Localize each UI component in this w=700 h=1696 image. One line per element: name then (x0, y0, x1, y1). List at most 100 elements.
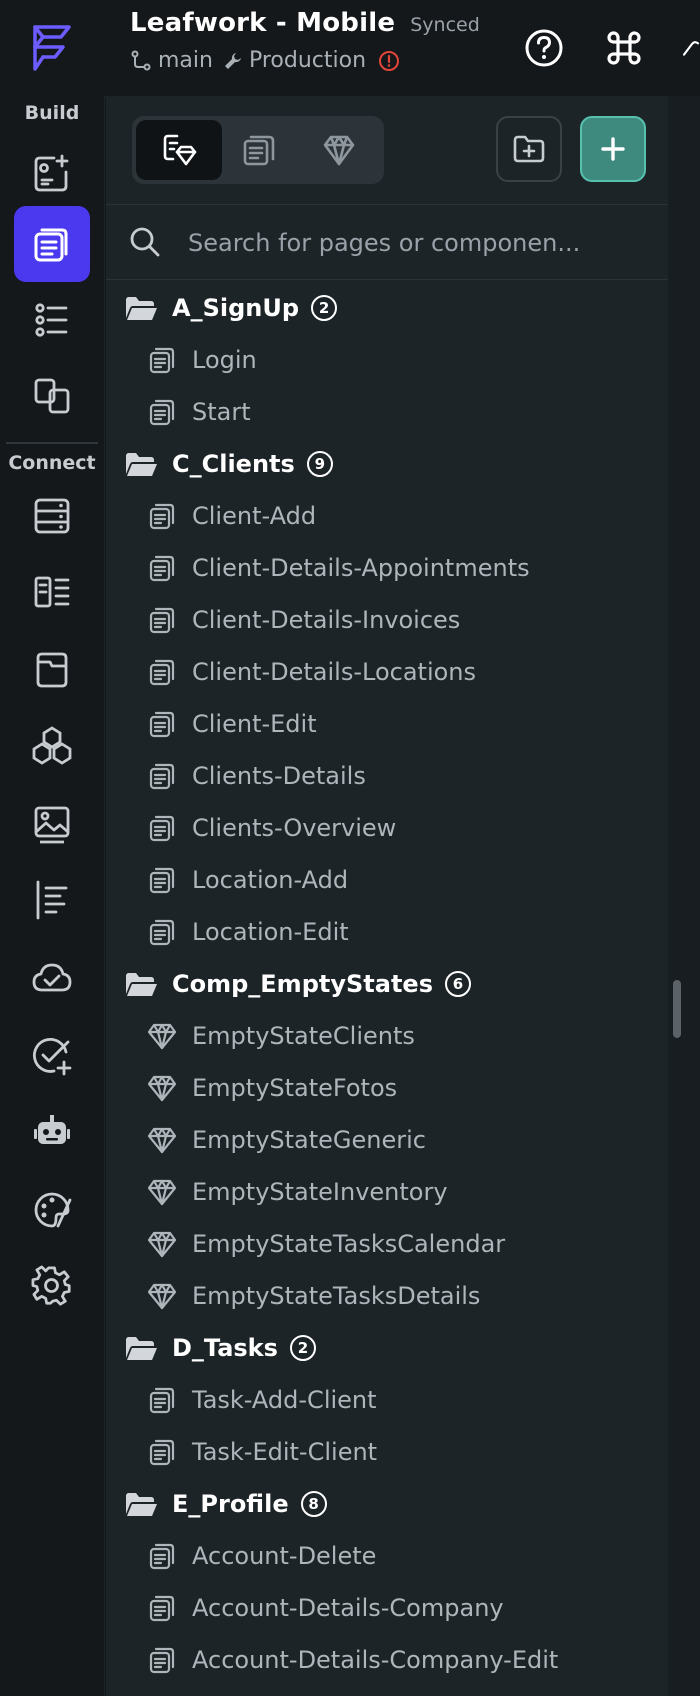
item-name: Login (192, 346, 257, 374)
app-title[interactable]: Leafwork - Mobile (130, 8, 395, 38)
item-name: Task-Edit-Client (192, 1438, 378, 1466)
folder-open-icon (124, 450, 158, 478)
page-item[interactable]: Client-Add (106, 490, 668, 542)
pages-only-view-icon[interactable] (216, 120, 302, 180)
page-item[interactable]: Client-Details-Appointments (106, 542, 668, 594)
folder-open-icon (124, 294, 158, 322)
page-item[interactable]: Clients-Details (106, 750, 668, 802)
component-item[interactable]: EmptyStateInventory (106, 1166, 668, 1218)
custom-code-icon[interactable] (14, 708, 90, 784)
page-icon (146, 658, 178, 686)
app-state-icon[interactable] (14, 554, 90, 630)
image-library-icon[interactable] (14, 786, 90, 862)
page-item[interactable]: Login (106, 334, 668, 386)
storyboard-icon[interactable] (14, 358, 90, 434)
theme-settings-icon[interactable] (14, 1172, 90, 1248)
folder-name: C_Clients (172, 450, 295, 478)
page-item[interactable]: Client-Details-Invoices (106, 594, 668, 646)
page-item[interactable]: Task-Add-Client (106, 1374, 668, 1426)
api-calls-icon[interactable] (14, 862, 90, 938)
components-only-view-icon[interactable] (296, 120, 382, 180)
folder-row[interactable]: A_SignUp 2 (106, 282, 668, 334)
page-item[interactable]: Client-Edit (106, 698, 668, 750)
branch-name[interactable]: main (158, 48, 213, 73)
widget-tree-icon[interactable] (14, 282, 90, 358)
page-icon (146, 1438, 178, 1466)
folder-open-icon (124, 970, 158, 998)
page-icon (146, 710, 178, 738)
folder-row[interactable]: Comp_EmptyStates 6 (106, 958, 668, 1010)
settings-gear-icon[interactable] (14, 1248, 90, 1324)
sync-status: Synced (410, 14, 480, 36)
flutterflow-logo-icon[interactable] (0, 0, 104, 96)
component-icon (146, 1074, 178, 1102)
command-palette-icon[interactable] (600, 24, 648, 72)
tests-icon[interactable] (14, 1018, 90, 1094)
add-folder-icon (513, 135, 545, 163)
search-bar (106, 204, 668, 280)
page-icon (146, 1542, 178, 1570)
view-toggle (132, 116, 384, 184)
page-icon (146, 606, 178, 634)
page-icon (146, 398, 178, 426)
plus-icon (601, 137, 625, 161)
search-input[interactable] (186, 219, 650, 267)
page-item[interactable]: Account-Delete (106, 1530, 668, 1582)
cloud-functions-icon[interactable] (14, 940, 90, 1016)
component-item[interactable]: EmptyStateGeneric (106, 1114, 668, 1166)
folder-open-icon (124, 1490, 158, 1518)
branch-row: main Production (130, 48, 406, 73)
pages-and-components-view-icon[interactable] (136, 120, 222, 180)
component-icon (146, 1126, 178, 1154)
app-title-block: Leafwork - Mobile Synced (130, 8, 480, 38)
item-name: Clients-Details (192, 762, 366, 790)
item-name: Account-Details-Company (192, 1594, 504, 1622)
rail-divider (6, 442, 98, 444)
scrollbar-track[interactable] (668, 96, 700, 1696)
component-item[interactable]: EmptyStateClients (106, 1010, 668, 1062)
item-name: EmptyStateTasksDetails (192, 1282, 481, 1310)
item-name: EmptyStateTasksCalendar (192, 1230, 506, 1258)
item-name: EmptyStateClients (192, 1022, 415, 1050)
build-section-label: Build (24, 102, 80, 124)
help-icon[interactable] (520, 24, 568, 72)
page-item[interactable]: Location-Edit (106, 906, 668, 958)
component-item[interactable]: EmptyStateFotos (106, 1062, 668, 1114)
folder-row[interactable]: C_Clients 9 (106, 438, 668, 490)
top-actions (520, 24, 700, 72)
component-item[interactable]: EmptyStateTasksDetails (106, 1270, 668, 1322)
agents-robot-icon[interactable] (14, 1094, 90, 1170)
folder-count-badge: 6 (444, 971, 471, 997)
page-item[interactable]: Clients-Overview (106, 802, 668, 854)
folder-count-badge: 9 (306, 451, 333, 477)
component-icon (146, 1178, 178, 1206)
page-icon (146, 762, 178, 790)
scrollbar-thumb[interactable] (673, 980, 681, 1038)
page-item[interactable]: Account-Details-Company-Edit (106, 1634, 668, 1686)
page-selector-icon[interactable] (14, 206, 90, 282)
add-page-icon[interactable] (14, 136, 90, 212)
item-name: Clients-Overview (192, 814, 397, 842)
folder-name: E_Profile (172, 1490, 289, 1518)
item-name: EmptyStateInventory (192, 1178, 448, 1206)
page-item[interactable]: Account-Details-Company (106, 1582, 668, 1634)
page-item[interactable]: Location-Add (106, 854, 668, 906)
media-assets-icon[interactable] (14, 632, 90, 708)
folder-name: D_Tasks (172, 1334, 278, 1362)
add-page-button[interactable] (580, 116, 646, 182)
item-name: EmptyStateGeneric (192, 1126, 426, 1154)
environment-name[interactable]: Production (249, 48, 366, 73)
link-icon[interactable] (680, 24, 700, 72)
folder-row[interactable]: D_Tasks 2 (106, 1322, 668, 1374)
page-icon (146, 346, 178, 374)
add-folder-button[interactable] (496, 116, 562, 182)
folder-count-badge: 2 (311, 295, 338, 321)
component-item[interactable]: EmptyStateTasksCalendar (106, 1218, 668, 1270)
page-item[interactable]: Start (106, 386, 668, 438)
database-icon[interactable] (14, 478, 90, 554)
item-name: Account-Delete (192, 1542, 377, 1570)
page-item[interactable]: Client-Details-Locations (106, 646, 668, 698)
warning-icon[interactable] (378, 50, 400, 72)
folder-row[interactable]: E_Profile 8 (106, 1478, 668, 1530)
page-item[interactable]: Task-Edit-Client (106, 1426, 668, 1478)
